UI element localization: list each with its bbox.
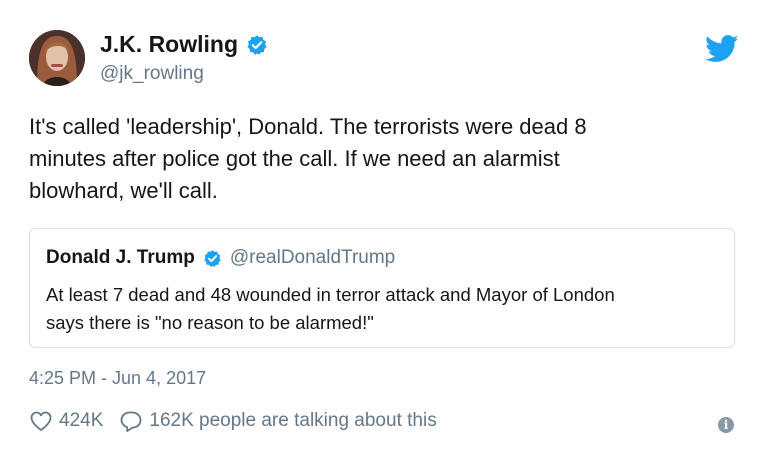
quoted-tweet[interactable]: Donald J. Trump @realDonaldTrump At leas…: [29, 228, 735, 348]
tweet-actions: 424K 162K people are talking about this: [29, 409, 437, 433]
avatar-image: [29, 30, 85, 86]
quoted-author-name: Donald J. Trump: [46, 247, 195, 268]
tweet-timestamp[interactable]: 4:25 PM - Jun 4, 2017: [29, 368, 206, 389]
info-icon[interactable]: i: [718, 417, 734, 433]
author-name[interactable]: J.K. Rowling: [100, 31, 238, 58]
heart-icon[interactable]: [29, 409, 53, 433]
reply-action[interactable]: 162K people are talking about this: [119, 409, 437, 433]
verified-badge-icon: [203, 249, 222, 268]
tweet-text: It's called 'leadership', Donald. The te…: [29, 114, 587, 203]
avatar[interactable]: [29, 30, 85, 86]
quoted-text: At least 7 dead and 48 wounded in terror…: [46, 284, 615, 333]
replies-count-text[interactable]: 162K people are talking about this: [149, 410, 436, 432]
author-handle[interactable]: @jk_rowling: [100, 63, 204, 85]
author-name-row[interactable]: J.K. Rowling: [100, 31, 268, 58]
quoted-author-handle: @realDonaldTrump: [229, 247, 396, 268]
twitter-bird-icon[interactable]: [705, 35, 739, 63]
reply-bubble-icon[interactable]: [119, 409, 143, 433]
like-count[interactable]: 424K: [59, 410, 103, 432]
verified-badge-icon: [246, 34, 268, 56]
quoted-header: Donald J. Trump @realDonaldTrump: [46, 247, 395, 269]
